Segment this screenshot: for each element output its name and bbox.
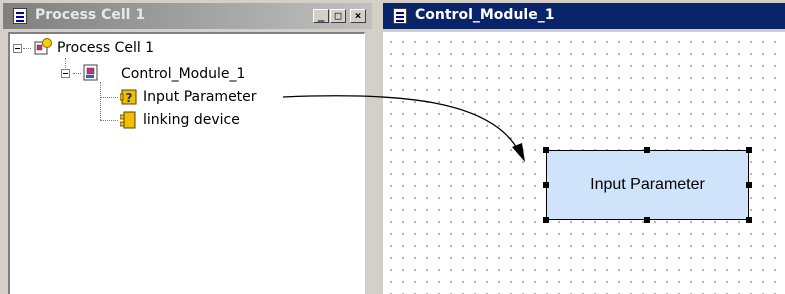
window-document-icon (13, 8, 27, 24)
resize-handle[interactable] (644, 217, 650, 223)
tree-item-linking-device[interactable]: linking device (10, 109, 280, 131)
tree-item-process-cell[interactable]: Process Cell 1 (10, 38, 260, 60)
input-parameter-block[interactable]: Input Parameter (546, 150, 749, 220)
process-cell-icon (34, 38, 52, 55)
tree-item-label: Process Cell 1 (57, 40, 155, 56)
resize-handle[interactable] (543, 147, 549, 153)
tree-item-label: linking device (143, 112, 240, 128)
tree-view[interactable]: Process Cell 1 Control_Module_1 ? Input … (8, 32, 365, 294)
tree-window-titlebar[interactable]: Process Cell 1 _ □ × (3, 3, 372, 29)
close-button[interactable]: × (350, 9, 366, 23)
resize-handle[interactable] (543, 182, 549, 188)
tree-window: Process Cell 1 _ □ × Process Cell 1 Cont… (0, 0, 375, 294)
resize-handle[interactable] (746, 217, 752, 223)
input-parameter-icon: ? (120, 89, 137, 105)
block-label: Input Parameter (590, 176, 705, 193)
collapse-icon[interactable] (13, 44, 22, 53)
collapse-icon[interactable] (61, 69, 70, 78)
tree-window-title: Process Cell 1 (35, 7, 146, 23)
editor-window-title: Control_Module_1 (415, 7, 555, 23)
editor-window: Control_Module_1 Input Parameter (375, 0, 785, 294)
resize-handle[interactable] (746, 182, 752, 188)
maximize-button[interactable]: □ (330, 9, 346, 23)
control-module-icon (83, 64, 98, 81)
resize-handle[interactable] (644, 147, 650, 153)
tree-item-label: Input Parameter (143, 89, 257, 105)
tree-item-control-module[interactable]: Control_Module_1 (10, 63, 260, 85)
tree-item-label: Control_Module_1 (121, 66, 246, 82)
editor-window-titlebar[interactable]: Control_Module_1 (383, 3, 785, 29)
minimize-button[interactable]: _ (313, 9, 329, 23)
svg-text:?: ? (126, 91, 133, 105)
linking-device-icon (120, 111, 136, 129)
resize-handle[interactable] (543, 217, 549, 223)
resize-handle[interactable] (746, 147, 752, 153)
diagram-canvas[interactable]: Input Parameter (383, 32, 785, 294)
window-document-icon (393, 8, 407, 24)
tree-item-input-parameter[interactable]: ? Input Parameter (10, 86, 280, 108)
